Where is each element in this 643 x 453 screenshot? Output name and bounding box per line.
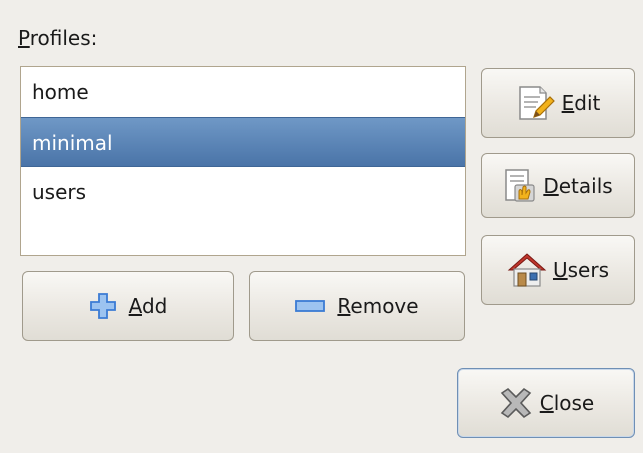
remove-button[interactable]: Remove bbox=[249, 271, 465, 341]
profiles-label-text: rofiles: bbox=[29, 26, 98, 50]
users-label: Users bbox=[553, 258, 609, 282]
edit-document-icon bbox=[516, 84, 556, 122]
profile-item-users[interactable]: users bbox=[21, 167, 465, 217]
profile-item-minimal[interactable]: minimal bbox=[21, 117, 465, 167]
edit-label: Edit bbox=[562, 91, 601, 115]
details-mnemonic: D bbox=[543, 173, 559, 198]
close-label-text: lose bbox=[553, 391, 595, 415]
profiles-label: Profiles: bbox=[18, 26, 97, 50]
add-label: Add bbox=[129, 294, 168, 318]
details-label-text: etails bbox=[558, 173, 613, 198]
edit-mnemonic: E bbox=[561, 91, 575, 115]
add-mnemonic: A bbox=[128, 294, 142, 318]
close-button[interactable]: Close bbox=[457, 368, 635, 438]
remove-mnemonic: R bbox=[337, 294, 351, 318]
details-button[interactable]: Details bbox=[481, 153, 635, 218]
details-document-icon bbox=[503, 168, 537, 204]
house-icon bbox=[507, 251, 547, 289]
plus-icon bbox=[89, 292, 117, 320]
add-button[interactable]: Add bbox=[22, 271, 234, 341]
close-label: Close bbox=[540, 391, 595, 415]
profile-item-home[interactable]: home bbox=[21, 67, 465, 117]
users-label-text: sers bbox=[567, 258, 609, 282]
add-label-text: dd bbox=[141, 294, 168, 318]
edit-button[interactable]: Edit bbox=[481, 68, 635, 138]
minus-icon bbox=[295, 300, 326, 312]
users-mnemonic: U bbox=[552, 258, 568, 282]
profile-list[interactable]: home minimal users bbox=[20, 66, 466, 256]
edit-label-text: dit bbox=[574, 91, 601, 115]
remove-label: Remove bbox=[337, 294, 418, 318]
profiles-label-mnemonic: P bbox=[18, 26, 30, 50]
close-x-icon bbox=[498, 387, 534, 419]
details-label: Details bbox=[543, 174, 612, 198]
users-button[interactable]: Users bbox=[481, 235, 635, 305]
remove-label-text: emove bbox=[350, 294, 419, 318]
close-mnemonic: C bbox=[539, 391, 554, 415]
